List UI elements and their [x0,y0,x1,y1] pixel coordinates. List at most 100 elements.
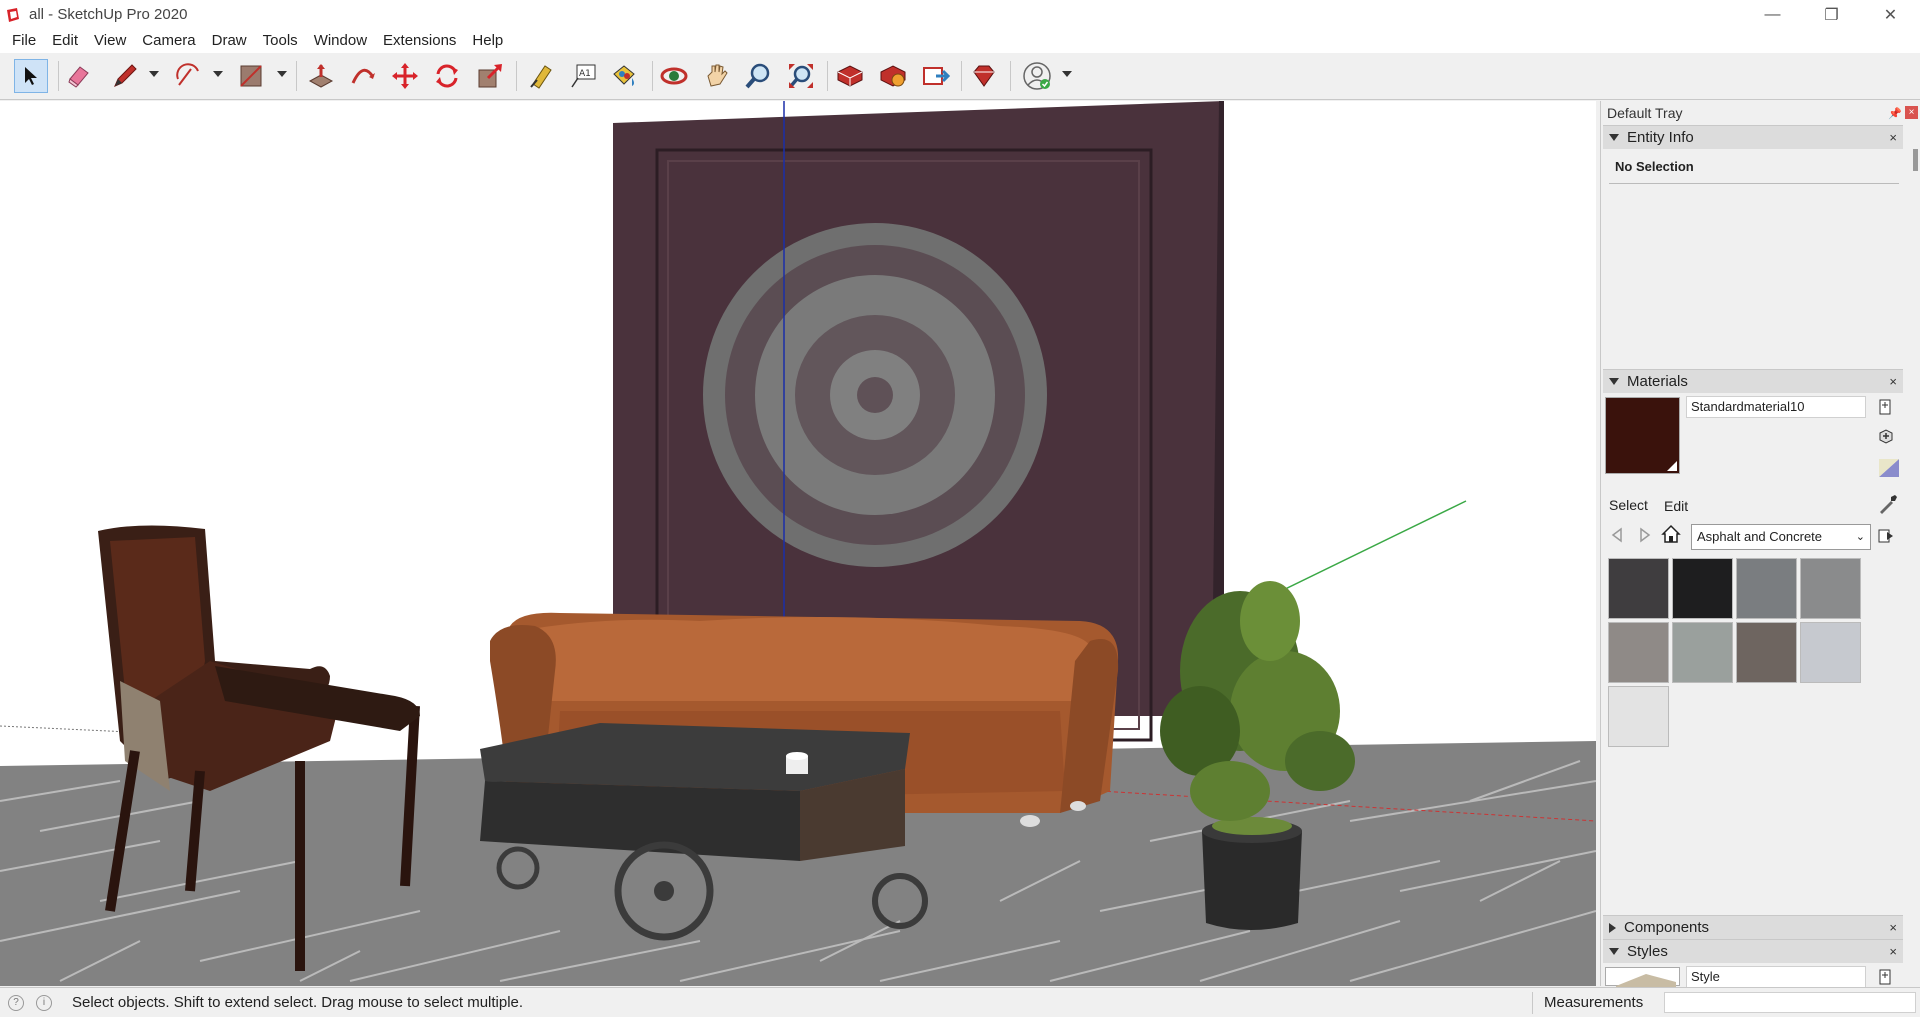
extension-warehouse-button[interactable] [876,59,910,93]
display-secondary-pane-icon[interactable] [1879,399,1891,415]
toolbar-separator [652,61,653,91]
material-swatch[interactable] [1608,686,1669,747]
material-swatch[interactable] [1800,622,1861,683]
details-arrow-icon[interactable] [1877,527,1895,545]
back-arrow-icon[interactable] [1609,526,1625,544]
orbit-tool-button[interactable] [657,59,691,93]
move-tool-button[interactable] [388,59,422,93]
restore-button[interactable]: ❐ [1802,0,1861,29]
menu-file[interactable]: File [4,29,44,53]
account-dropdown-arrow[interactable] [1062,71,1072,77]
rotate-icon [436,64,458,88]
arc-tool-button[interactable] [172,59,206,93]
divider [1532,992,1533,1014]
zoom-magnifier-icon [745,63,770,89]
3d-warehouse-button[interactable] [833,59,867,93]
arc-dropdown-arrow[interactable] [213,71,223,77]
tray-scrollbar-thumb[interactable] [1913,149,1918,171]
materials-label: Materials [1627,373,1688,390]
send-to-layout-button[interactable] [918,59,952,93]
3d-warehouse-icon [837,65,863,87]
layout-icon [923,67,950,85]
forward-arrow-icon[interactable] [1637,526,1653,544]
material-swatch[interactable] [1608,558,1669,619]
pencil-icon [114,64,137,87]
create-material-icon[interactable] [1877,427,1895,445]
rectangle-dropdown-arrow[interactable] [277,71,287,77]
menu-edit[interactable]: Edit [44,29,86,53]
selection-status: No Selection [1615,159,1694,174]
select-arrow-icon [25,67,37,85]
menu-help[interactable]: Help [464,29,511,53]
toolbar-separator [58,61,59,91]
modeling-viewport[interactable] [0,101,1596,986]
menu-tools[interactable]: Tools [255,29,306,53]
menu-draw[interactable]: Draw [204,29,255,53]
ornamental-medallion [703,223,1047,567]
minimize-button[interactable]: — [1743,0,1802,29]
components-close-button[interactable]: × [1889,920,1897,935]
account-user-icon [1023,62,1051,90]
pin-icon[interactable]: 📌 [1888,107,1902,120]
push-pull-tool-button[interactable] [304,59,338,93]
geo-location-icon[interactable]: ? [8,994,24,1011]
display-secondary-pane-icon[interactable] [1879,969,1891,985]
menu-view[interactable]: View [86,29,134,53]
material-swatch[interactable] [1608,622,1669,683]
collapse-triangle-icon [1609,134,1619,141]
tray-close-button[interactable]: × [1905,106,1918,119]
style-thumbnail[interactable] [1605,967,1680,987]
measurements-input[interactable] [1664,992,1916,1013]
rectangle-tool-button[interactable] [234,59,268,93]
material-swatch[interactable] [1672,622,1733,683]
menu-extensions[interactable]: Extensions [375,29,464,53]
material-swatch[interactable] [1672,558,1733,619]
material-swatch[interactable] [1736,558,1797,619]
scene-render [0,101,1596,986]
info-icon[interactable]: i [36,994,52,1011]
materials-close-button[interactable]: × [1889,374,1897,389]
account-button[interactable] [1020,59,1054,93]
collection-value: Asphalt and Concrete [1697,529,1823,544]
scale-icon [478,64,502,88]
text-label-icon: A1 [571,64,596,88]
rotate-tool-button[interactable] [430,59,464,93]
entity-info-header[interactable]: Entity Info × [1603,125,1903,149]
default-material-icon[interactable] [1877,457,1901,479]
current-material-preview[interactable] [1605,397,1680,474]
text-tool-button[interactable]: A1 [566,59,600,93]
styles-close-button[interactable]: × [1889,944,1897,959]
components-header[interactable]: Components × [1603,915,1903,939]
extension-manager-button[interactable] [967,59,1001,93]
material-swatch[interactable] [1800,558,1861,619]
close-button[interactable]: ✕ [1861,0,1920,29]
tab-select[interactable]: Select [1609,497,1648,513]
zoom-tool-button[interactable] [741,59,775,93]
entity-info-label: Entity Info [1627,129,1694,146]
material-name-field[interactable]: Standardmaterial10 [1686,396,1866,418]
menu-camera[interactable]: Camera [134,29,203,53]
select-tool-button[interactable] [14,59,48,93]
follow-me-tool-button[interactable] [346,59,380,93]
material-swatch[interactable] [1736,622,1797,683]
eraser-tool-button[interactable] [62,59,96,93]
style-name-field[interactable]: Style [1686,966,1866,988]
tape-measure-tool-button[interactable] [524,59,558,93]
entity-info-close-button[interactable]: × [1889,130,1897,145]
tab-edit[interactable]: Edit [1664,498,1688,514]
paint-bucket-tool-button[interactable] [607,59,641,93]
menu-window[interactable]: Window [306,29,375,53]
pan-hand-icon [707,64,728,87]
scale-tool-button[interactable] [473,59,507,93]
zoom-extents-tool-button[interactable] [784,59,818,93]
materials-header[interactable]: Materials × [1603,369,1903,393]
divider [1609,183,1899,184]
eraser-icon [68,66,89,88]
pencil-dropdown-arrow[interactable] [149,71,159,77]
styles-header[interactable]: Styles × [1603,939,1903,963]
pan-tool-button[interactable] [699,59,733,93]
in-model-home-icon[interactable] [1661,524,1681,544]
pencil-tool-button[interactable] [108,59,142,93]
collection-dropdown[interactable]: Asphalt and Concrete ⌄ [1691,524,1871,550]
sample-paint-eyedropper-icon[interactable] [1877,493,1899,515]
